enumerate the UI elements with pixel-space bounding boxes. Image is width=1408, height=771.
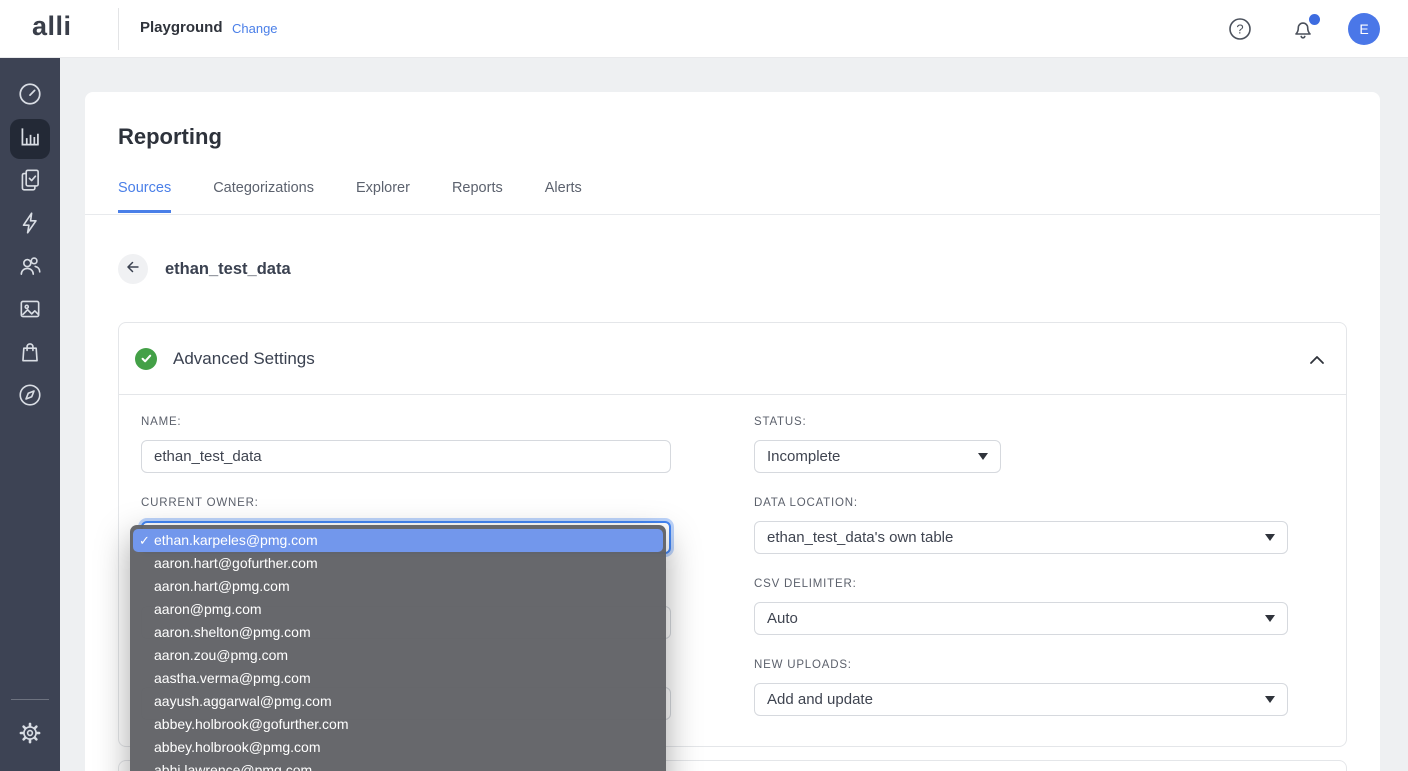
data-location-value: ethan_test_data's own table (767, 529, 953, 546)
new-uploads-field-group: NEW UPLOADS: Add and update (754, 659, 1288, 716)
gauge-icon (17, 81, 43, 112)
page-title: Reporting (118, 124, 222, 150)
sidebar-item-settings[interactable] (10, 715, 50, 755)
caret-down-icon (1265, 696, 1275, 703)
bar-chart-icon (17, 124, 43, 155)
tab-sources[interactable]: Sources (118, 180, 171, 213)
help-icon[interactable]: ? (1227, 16, 1253, 42)
dropdown-option-selected[interactable]: ✓ ethan.karpeles@pmg.com (133, 529, 663, 552)
tab-alerts[interactable]: Alerts (545, 180, 582, 213)
tab-explorer[interactable]: Explorer (356, 180, 410, 213)
sidebar-item-creative[interactable] (10, 291, 50, 331)
source-header: ethan_test_data (118, 254, 291, 284)
csv-delimiter-label: CSV DELIMITER: (754, 578, 1288, 590)
sidebar-item-reporting[interactable] (10, 119, 50, 159)
check-icon: ✓ (139, 529, 150, 552)
tab-categorizations[interactable]: Categorizations (213, 180, 314, 213)
name-field-group: NAME: (141, 416, 671, 473)
current-owner-dropdown: ✓ ethan.karpeles@pmg.com aaron.hart@gofu… (130, 525, 666, 771)
gear-icon (17, 720, 43, 751)
sidebar-item-tasks[interactable] (10, 162, 50, 202)
sidebar-item-audiences[interactable] (10, 248, 50, 288)
app-header: alli Playground Change ? E (0, 0, 1408, 58)
tab-bar-divider (85, 214, 1380, 215)
dropdown-option[interactable]: aaron.hart@gofurther.com (130, 552, 666, 575)
notifications-bell-icon[interactable] (1291, 16, 1319, 44)
sidebar-item-automations[interactable] (10, 205, 50, 245)
image-icon (17, 296, 43, 327)
csv-delimiter-value: Auto (767, 610, 798, 627)
caret-down-icon (1265, 615, 1275, 622)
dropdown-option-label: ethan.karpeles@pmg.com (154, 532, 318, 548)
csv-delimiter-field-group: CSV DELIMITER: Auto (754, 578, 1288, 635)
caret-down-icon (1265, 534, 1275, 541)
tab-bar: Sources Categorizations Explorer Reports… (118, 180, 624, 213)
new-uploads-value: Add and update (767, 691, 873, 708)
green-check-icon (135, 348, 157, 370)
sidebar-item-dashboard[interactable] (10, 76, 50, 116)
new-uploads-label: NEW UPLOADS: (754, 659, 1288, 671)
user-avatar[interactable]: E (1348, 13, 1380, 45)
csv-delimiter-select[interactable]: Auto (754, 602, 1288, 635)
name-input[interactable] (141, 440, 671, 473)
back-button[interactable] (118, 254, 148, 284)
name-label: NAME: (141, 416, 671, 428)
data-location-select[interactable]: ethan_test_data's own table (754, 521, 1288, 554)
dropdown-option[interactable]: aayush.aggarwal@pmg.com (130, 690, 666, 713)
dropdown-option[interactable]: aaron.hart@pmg.com (130, 575, 666, 598)
data-location-field-group: DATA LOCATION: ethan_test_data's own tab… (754, 497, 1288, 554)
lightning-icon (17, 210, 43, 241)
source-name: ethan_test_data (165, 260, 291, 279)
alli-logo: alli (32, 11, 72, 42)
status-field-group: STATUS: Incomplete (754, 416, 1001, 473)
dropdown-option[interactable]: aastha.verma@pmg.com (130, 667, 666, 690)
clipboard-check-icon (17, 167, 43, 198)
status-value: Incomplete (767, 448, 840, 465)
chevron-up-icon[interactable] (1306, 349, 1328, 371)
app-sidebar (0, 58, 60, 771)
caret-down-icon (978, 453, 988, 460)
shopping-bag-icon (17, 339, 43, 370)
notification-dot (1309, 14, 1320, 25)
svg-text:?: ? (1236, 22, 1243, 37)
advanced-settings-header: Advanced Settings (119, 323, 1346, 395)
change-workspace-link[interactable]: Change (232, 21, 278, 36)
status-select[interactable]: Incomplete (754, 440, 1001, 473)
workspace-name: Playground (140, 19, 223, 36)
dropdown-option[interactable]: abbey.holbrook@gofurther.com (130, 713, 666, 736)
users-icon (17, 253, 43, 284)
status-label: STATUS: (754, 416, 1001, 428)
sidebar-item-marketplace[interactable] (10, 334, 50, 374)
sidebar-divider (11, 699, 49, 700)
sidebar-item-discover[interactable] (10, 377, 50, 417)
compass-icon (17, 382, 43, 413)
tab-reports[interactable]: Reports (452, 180, 503, 213)
dropdown-option[interactable]: abhi.lawrence@pmg.com (130, 759, 666, 771)
data-location-label: DATA LOCATION: (754, 497, 1288, 509)
arrow-left-icon (125, 259, 141, 280)
dropdown-option[interactable]: aaron.zou@pmg.com (130, 644, 666, 667)
dropdown-option[interactable]: aaron.shelton@pmg.com (130, 621, 666, 644)
header-divider (118, 8, 119, 50)
current-owner-label: CURRENT OWNER: (141, 497, 671, 509)
dropdown-option[interactable]: abbey.holbrook@pmg.com (130, 736, 666, 759)
new-uploads-select[interactable]: Add and update (754, 683, 1288, 716)
advanced-settings-title: Advanced Settings (173, 349, 315, 369)
dropdown-option[interactable]: aaron@pmg.com (130, 598, 666, 621)
